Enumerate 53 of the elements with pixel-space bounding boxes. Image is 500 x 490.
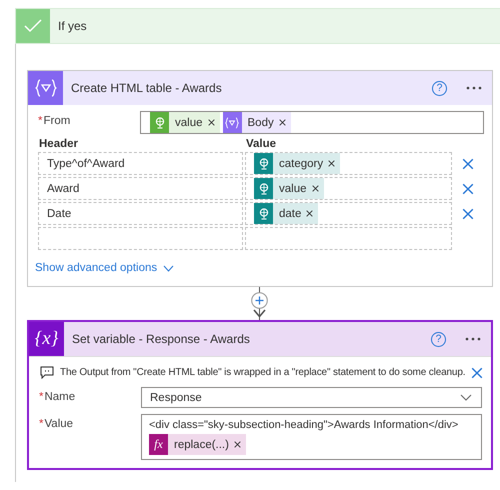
card-title: Set variable - Response - Awards xyxy=(72,332,251,346)
field-label: *From xyxy=(38,114,72,127)
token-chip[interactable]: date xyxy=(254,203,318,224)
advanced-options-link[interactable]: Show advanced options xyxy=(35,262,158,274)
remove-icon[interactable] xyxy=(306,210,314,217)
value-input[interactable]: date xyxy=(245,202,452,225)
add-step-button[interactable] xyxy=(251,292,268,309)
function-icon: fx xyxy=(154,437,163,452)
remove-icon[interactable] xyxy=(312,185,318,192)
token-chip[interactable]: Body xyxy=(222,112,291,133)
remove-icon[interactable] xyxy=(328,160,336,167)
column-header: Header xyxy=(39,138,79,150)
check-icon xyxy=(24,19,42,33)
chevron-icon[interactable] xyxy=(163,264,174,272)
braces-icon xyxy=(225,116,239,128)
braces-icon xyxy=(34,78,56,98)
value-field[interactable]: <div class="sky-subsection-heading">Awards Information</div> fx replace(...) xyxy=(141,414,482,460)
more-icon[interactable] xyxy=(466,86,482,90)
token-chip[interactable]: value xyxy=(254,178,324,199)
value-input[interactable]: category xyxy=(245,152,452,175)
more-icon[interactable] xyxy=(465,337,481,341)
globe-icon xyxy=(258,158,268,170)
header-input[interactable]: Award xyxy=(38,177,243,200)
token-chip[interactable]: value xyxy=(150,112,220,133)
remove-icon[interactable] xyxy=(234,441,241,448)
chevron-down-icon xyxy=(460,394,472,401)
field-label: *Value xyxy=(39,417,74,430)
help-button[interactable]: ? xyxy=(432,80,447,96)
header-input[interactable]: Type^of^Award xyxy=(38,152,243,175)
token-chip[interactable]: category xyxy=(254,153,340,174)
scope-title: If yes xyxy=(58,19,87,33)
column-header: Value xyxy=(246,138,276,150)
remove-icon[interactable] xyxy=(208,119,214,126)
name-dropdown[interactable]: Response xyxy=(141,387,482,408)
comment-icon xyxy=(40,366,54,379)
value-input[interactable] xyxy=(245,227,452,250)
remove-row-icon[interactable] xyxy=(462,182,474,194)
header-input[interactable]: Date xyxy=(38,202,243,225)
remove-row-icon[interactable] xyxy=(462,158,474,170)
header-input[interactable] xyxy=(38,227,243,250)
comment-text: The Output from "Create HTML table" is wrapped in a "replace" statement to do some cleanup. xyxy=(60,367,466,378)
globe-icon xyxy=(258,208,268,220)
value-input[interactable]: value xyxy=(245,177,452,200)
globe-icon xyxy=(154,116,164,128)
remove-icon[interactable] xyxy=(278,119,286,126)
card-title: Create HTML table - Awards xyxy=(71,81,223,95)
remove-row-icon[interactable] xyxy=(462,208,474,220)
field-label: *Name xyxy=(39,390,76,403)
variable-icon: {x} xyxy=(34,328,58,350)
close-icon[interactable] xyxy=(471,366,484,378)
token-chip[interactable]: fx replace(...) xyxy=(149,434,246,455)
from-field[interactable]: value Body xyxy=(140,111,484,134)
globe-icon xyxy=(258,182,268,194)
